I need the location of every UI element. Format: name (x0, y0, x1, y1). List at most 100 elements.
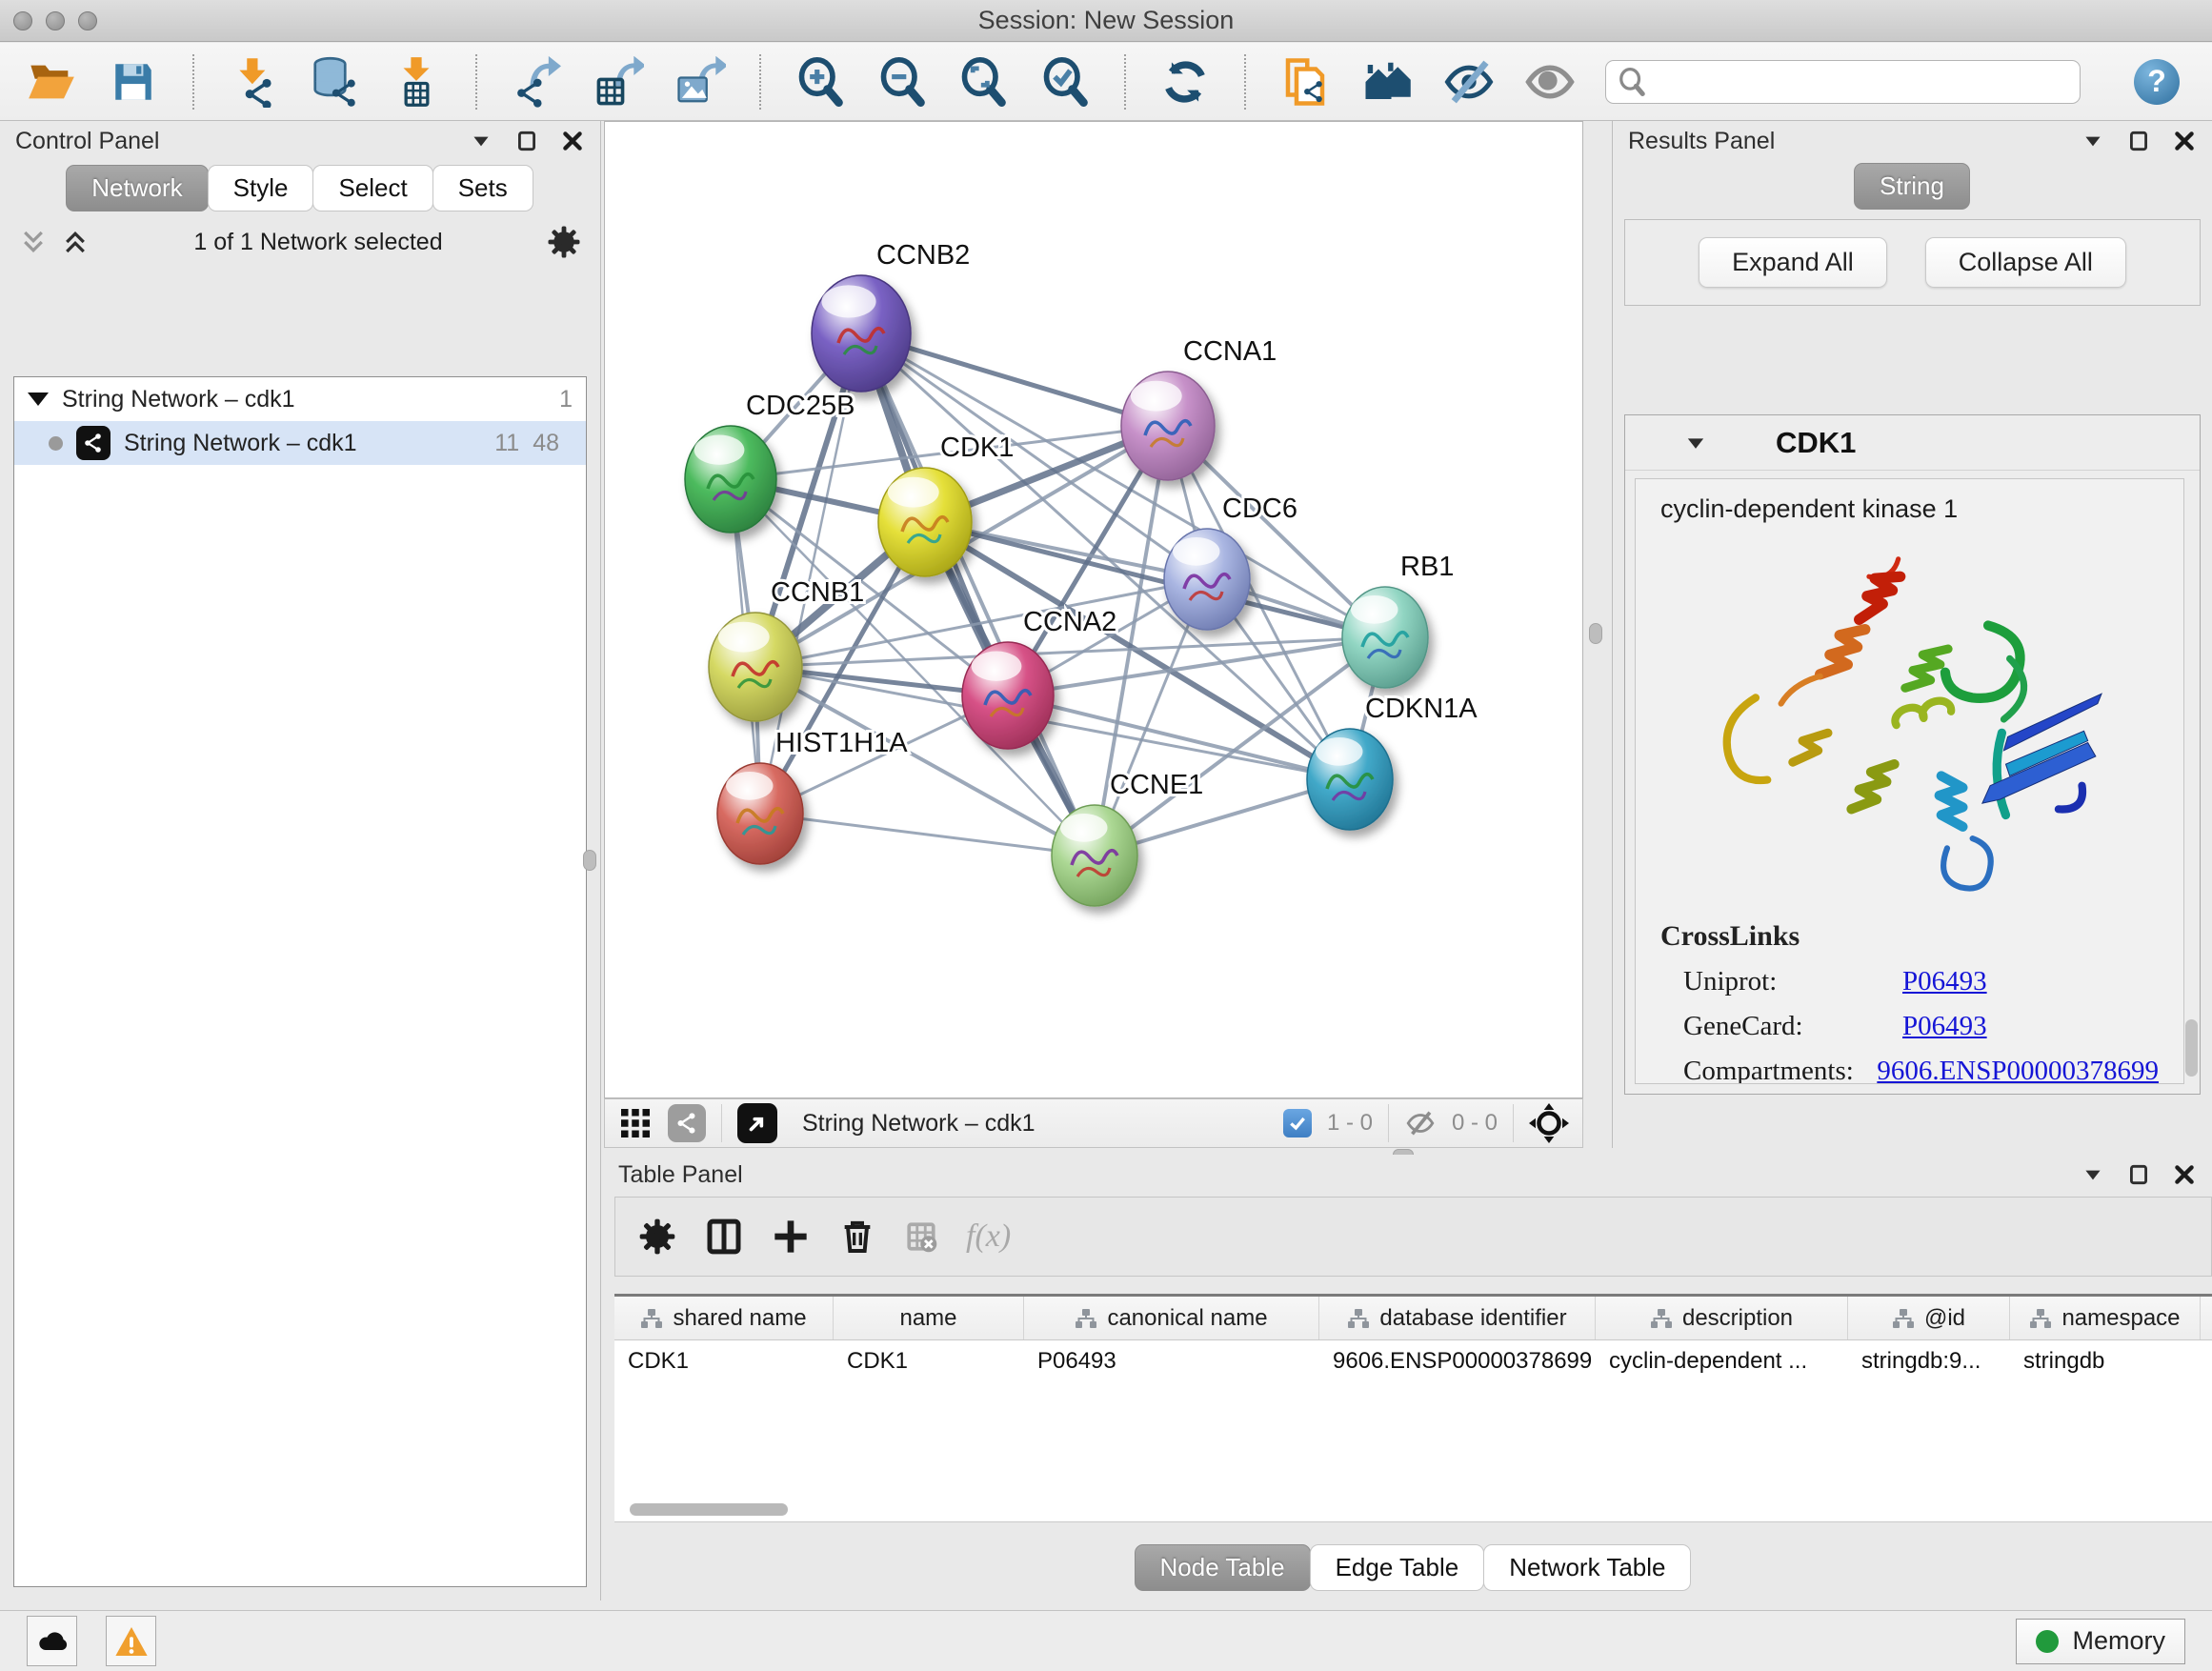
save-session-button[interactable] (107, 55, 160, 109)
table-cell[interactable]: CDK1 (834, 1340, 1024, 1382)
collapse-panel-icon[interactable] (2081, 1162, 2105, 1187)
export-network-button[interactable] (510, 55, 563, 109)
delete-table-icon[interactable] (905, 1220, 937, 1253)
expander-icon[interactable] (1682, 430, 1709, 456)
column-header-name[interactable]: name (834, 1297, 1024, 1339)
tab-edge-table[interactable]: Edge Table (1310, 1544, 1485, 1591)
zoom-in-button[interactable] (794, 55, 847, 109)
export-table-button[interactable] (592, 55, 645, 109)
node-hist1h1a[interactable]: HIST1H1A (717, 728, 908, 864)
home-view-button[interactable] (1360, 55, 1414, 109)
table-options-gear-icon[interactable] (638, 1218, 676, 1256)
crosslink-genecard--link[interactable]: P06493 (1902, 1011, 1987, 1042)
import-table-button[interactable] (390, 55, 443, 109)
column-header-shared-name[interactable]: shared name (614, 1297, 834, 1339)
network-collection-row[interactable]: String Network – cdk1 1 (14, 377, 586, 421)
close-panel-icon[interactable] (2172, 1162, 2197, 1187)
column-header-canonical-name[interactable]: canonical name (1024, 1297, 1319, 1339)
float-panel-icon[interactable] (514, 129, 539, 153)
tab-string[interactable]: String (1854, 163, 1970, 210)
refresh-button[interactable] (1158, 55, 1212, 109)
node-ccna2[interactable]: CCNA2 (962, 607, 1116, 749)
network-share-toggle[interactable] (668, 1104, 706, 1142)
clone-network-button[interactable] (1278, 55, 1332, 109)
table-cell[interactable]: CDK1 (614, 1340, 834, 1382)
network-view-canvas[interactable]: CCNB2CCNA1CDC25BCDK1CDC6RB1CCNB1CCNA2CDK… (604, 121, 1583, 1098)
collapse-all-networks-icon[interactable] (61, 228, 90, 256)
edge[interactable] (861, 333, 1095, 856)
help-button[interactable]: ? (2134, 59, 2180, 105)
tab-style[interactable]: Style (208, 165, 314, 211)
selected-checkbox[interactable] (1283, 1109, 1312, 1137)
table-row[interactable]: CDK1CDK1P064939606.ENSP00000378699cyclin… (614, 1340, 2212, 1382)
tab-network[interactable]: Network (66, 165, 208, 211)
search-input[interactable] (1654, 69, 2068, 95)
zoom-selected-button[interactable] (1038, 55, 1092, 109)
network-row-selected[interactable]: String Network – cdk1 11 48 (14, 421, 586, 465)
float-panel-icon[interactable] (2126, 1162, 2151, 1187)
column-header-description[interactable]: description (1596, 1297, 1848, 1339)
crosslink-compartments--link[interactable]: 9606.ENSP00000378699 (1877, 1056, 2159, 1084)
node-cdkn1a[interactable]: CDKN1A (1307, 694, 1478, 830)
column-header-database-identifier[interactable]: database identifier (1319, 1297, 1596, 1339)
column-header-namespace[interactable]: namespace (2010, 1297, 2201, 1339)
memory-button[interactable]: Memory (2016, 1619, 2185, 1664)
table-cell[interactable]: P06493 (1024, 1340, 1319, 1382)
float-panel-icon[interactable] (2126, 129, 2151, 153)
add-column-icon[interactable] (772, 1218, 810, 1256)
gene-name: CDK1 (1776, 426, 1856, 460)
column-type-icon (1892, 1307, 1915, 1330)
expand-all-button[interactable]: Expand All (1699, 237, 1887, 288)
node-ccnb2[interactable]: CCNB2 (812, 240, 970, 392)
tab-network-table[interactable]: Network Table (1483, 1544, 1691, 1591)
results-scrollbar-thumb[interactable] (2185, 1019, 2198, 1077)
zoom-fit-button[interactable] (956, 55, 1010, 109)
table-cell[interactable]: stringdb:9... (1848, 1340, 2010, 1382)
import-network-button[interactable] (227, 55, 280, 109)
delete-column-icon[interactable] (838, 1218, 876, 1256)
table-cell[interactable]: 9606.ENSP00000378699 (1319, 1340, 1596, 1382)
gene-header-row[interactable]: CDK1 (1625, 415, 2200, 471)
expander-icon[interactable] (28, 393, 49, 406)
birdseye-navigator-icon[interactable] (1529, 1103, 1569, 1143)
node-rb1[interactable]: RB1 (1342, 552, 1454, 688)
export-image-button[interactable] (674, 55, 727, 109)
node-ccna1[interactable]: CCNA1 (1121, 336, 1277, 480)
hide-selected-button[interactable] (1442, 55, 1496, 109)
cloud-status-button[interactable] (27, 1616, 77, 1666)
window-title: Session: New Session (0, 6, 2212, 35)
column-header--id[interactable]: @id (1848, 1297, 2010, 1339)
table-header-row: shared namenamecanonical namedatabase id… (614, 1297, 2212, 1340)
eye-icon (1524, 56, 1576, 108)
warnings-button[interactable] (106, 1616, 156, 1666)
grid-view-icon[interactable] (618, 1106, 653, 1140)
tab-sets[interactable]: Sets (432, 165, 533, 211)
import-database-button[interactable] (309, 55, 362, 109)
tab-node-table[interactable]: Node Table (1135, 1544, 1311, 1591)
tab-select[interactable]: Select (312, 165, 432, 211)
show-eye-button[interactable] (1524, 55, 1578, 109)
collapse-panel-icon[interactable] (2081, 129, 2105, 153)
close-panel-icon[interactable] (2172, 129, 2197, 153)
open-in-window-button[interactable] (737, 1103, 777, 1143)
network-options-gear-icon[interactable] (547, 225, 581, 259)
collapse-all-button[interactable]: Collapse All (1925, 237, 2126, 288)
table-cell[interactable]: stringdb (2010, 1340, 2201, 1382)
edge[interactable] (760, 814, 1095, 856)
share-icon (82, 432, 105, 454)
right-splitter-handle[interactable] (1589, 623, 1602, 644)
collapse-panel-icon[interactable] (469, 129, 493, 153)
close-panel-icon[interactable] (560, 129, 585, 153)
crosslink-uniprot--link[interactable]: P06493 (1902, 966, 1987, 997)
left-splitter-handle[interactable] (583, 850, 596, 871)
zoom-out-button[interactable] (875, 55, 929, 109)
network-graph[interactable]: CCNB2CCNA1CDC25BCDK1CDC6RB1CCNB1CCNA2CDK… (605, 122, 1582, 1097)
table-cell[interactable]: cyclin-dependent ... (1596, 1340, 1848, 1382)
function-builder-button[interactable]: f(x) (966, 1218, 1011, 1255)
node-ccne1[interactable]: CCNE1 (1052, 770, 1203, 906)
table-hscrollbar-thumb[interactable] (630, 1503, 788, 1516)
show-columns-icon[interactable] (705, 1218, 743, 1256)
expand-all-networks-icon[interactable] (19, 228, 48, 256)
open-session-button[interactable] (25, 55, 78, 109)
hidden-eye-slash-icon[interactable] (1404, 1107, 1437, 1139)
